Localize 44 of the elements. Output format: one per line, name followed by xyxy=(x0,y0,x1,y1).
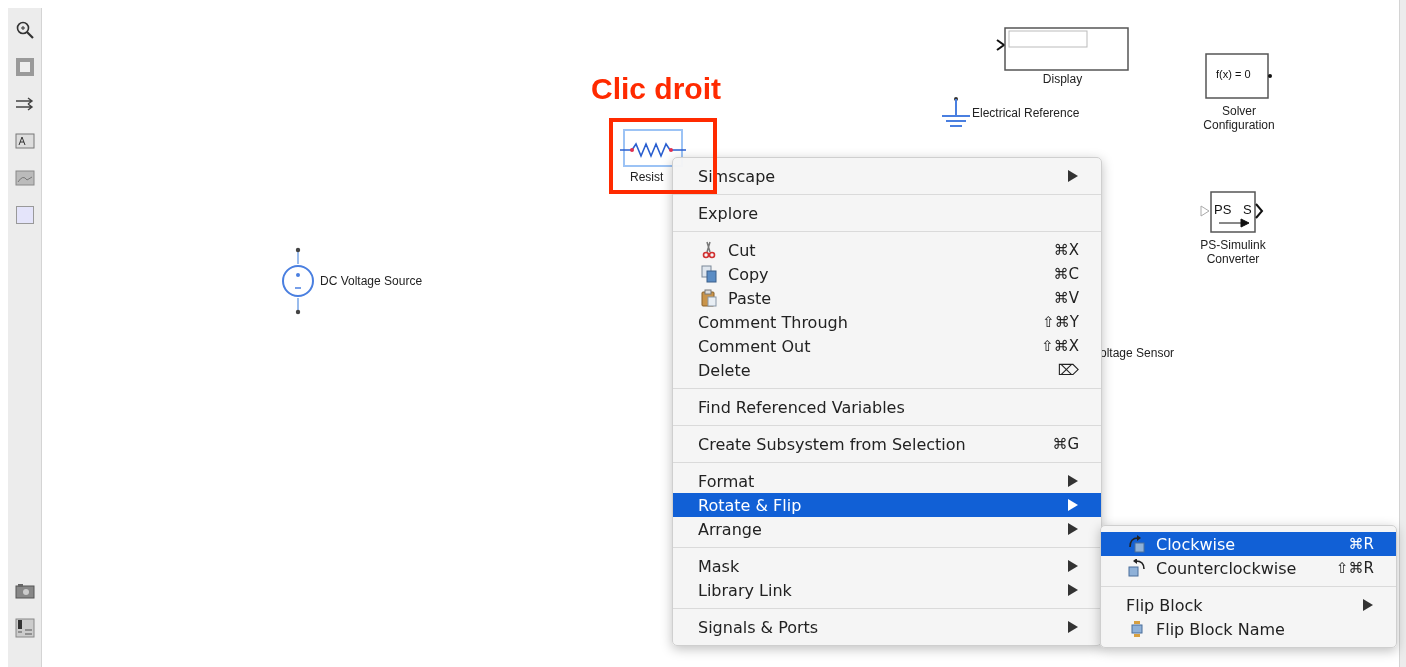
block-label: Display xyxy=(1042,72,1083,86)
menu-item[interactable]: Flip Block xyxy=(1101,593,1396,617)
menu-item[interactable]: Format xyxy=(673,469,1101,493)
scissors-icon xyxy=(700,241,718,259)
rotate-clockwise-icon xyxy=(1128,535,1146,553)
menu-item[interactable]: Comment Through ⇧⌘Y xyxy=(673,310,1101,334)
clipboard-icon xyxy=(700,289,718,307)
rotate-counterclockwise-icon xyxy=(1128,559,1146,577)
display-block[interactable] xyxy=(995,26,1130,72)
block-text: S xyxy=(1243,202,1252,217)
voltage-source-icon xyxy=(280,246,316,316)
annotation-text: Clic droit xyxy=(591,72,721,106)
menu-item[interactable]: Counterclockwise ⇧⌘R xyxy=(1101,556,1396,580)
model-browser-icon[interactable] xyxy=(14,618,35,638)
menu-item[interactable]: Explore xyxy=(673,201,1101,225)
menu-item[interactable]: Comment Out ⇧⌘X xyxy=(673,334,1101,358)
image-annotation-icon[interactable] xyxy=(14,168,35,188)
menu-item[interactable]: Find Referenced Variables xyxy=(673,395,1101,419)
block-formula: f(x) = 0 xyxy=(1216,68,1251,80)
block-label: Resist xyxy=(630,170,664,184)
zoom-icon[interactable] xyxy=(14,20,35,40)
menu-item[interactable]: Copy ⌘C xyxy=(673,262,1101,286)
flip-name-icon xyxy=(1128,620,1146,638)
block-label: PS-Simulink Converter xyxy=(1199,238,1267,266)
menu-item[interactable]: Delete ⌦ xyxy=(673,358,1101,382)
menu-item[interactable]: Cut ⌘X xyxy=(673,238,1101,262)
block-label: Electrical Reference xyxy=(972,106,1080,120)
menu-item[interactable]: Paste ⌘V xyxy=(673,286,1101,310)
menu-item[interactable]: Signals & Ports xyxy=(673,615,1101,639)
menu-item[interactable]: Clockwise ⌘R xyxy=(1101,532,1396,556)
menu-item[interactable]: Library Link xyxy=(673,578,1101,602)
block-label: Solver Configuration xyxy=(1202,104,1276,132)
menu-item[interactable]: Create Subsystem from Selection ⌘G xyxy=(673,432,1101,456)
menu-item[interactable]: Mask xyxy=(673,554,1101,578)
copy-icon xyxy=(700,265,718,283)
menu-item[interactable]: Rotate & Flip xyxy=(673,493,1101,517)
camera-icon[interactable] xyxy=(14,581,35,601)
ground-icon xyxy=(940,96,972,130)
resistor-block[interactable] xyxy=(618,126,688,170)
block-label: DC Voltage Source xyxy=(320,274,423,288)
menu-item[interactable]: Flip Block Name xyxy=(1101,617,1396,641)
text-annotation-icon[interactable] xyxy=(14,131,35,151)
menu-item[interactable]: Arrange xyxy=(673,517,1101,541)
block-text: PS xyxy=(1214,202,1232,217)
